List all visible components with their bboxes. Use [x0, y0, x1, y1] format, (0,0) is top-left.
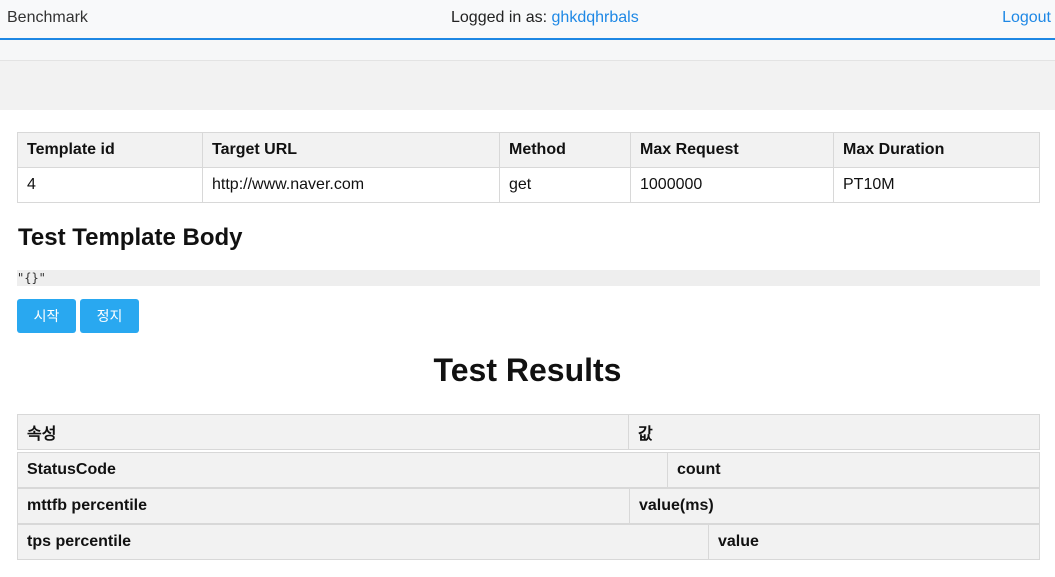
header-max-duration: Max Duration [833, 132, 1040, 168]
results-title: Test Results [433, 352, 622, 388]
sub-bar [0, 40, 1055, 61]
table-row: StatusCode count [17, 452, 1040, 488]
cell-max-request: 1000000 [630, 167, 834, 203]
header-template-id: Template id [17, 132, 203, 168]
template-table-header: Template id Target URL Method Max Reques… [17, 132, 1040, 168]
table-row: 속성 값 [17, 414, 1040, 450]
top-navbar: Benchmark Logged in as: ghkdqhrbals Logo… [0, 0, 1055, 40]
logout-link[interactable]: Logout [1002, 9, 1051, 27]
cell-template-id: 4 [17, 167, 203, 203]
mttfb-label: mttfb percentile [17, 488, 630, 524]
results-row-tps: tps percentile value [17, 524, 1040, 560]
start-button[interactable]: 시작 [17, 299, 76, 333]
results-row-statuscode: StatusCode count [17, 452, 1040, 488]
username-link[interactable]: ghkdqhrbals [552, 9, 639, 26]
cell-method: get [499, 167, 631, 203]
table-row: mttfb percentile value(ms) [17, 488, 1040, 524]
cell-max-duration: PT10M [833, 167, 1040, 203]
value-header: 값 [628, 414, 1040, 450]
table-row: 4 http://www.naver.com get 1000000 PT10M [17, 167, 1040, 203]
results-row-attribute: 속성 값 [17, 414, 1040, 450]
brand-label[interactable]: Benchmark [7, 9, 88, 27]
header-max-request: Max Request [630, 132, 834, 168]
template-body-content: "{}" [17, 270, 1040, 286]
logged-in-info: Logged in as: ghkdqhrbals [451, 9, 639, 27]
header-target-url: Target URL [202, 132, 500, 168]
value-label: value [708, 524, 1040, 560]
template-table: Template id Target URL Method Max Reques… [17, 132, 1040, 203]
header-method: Method [499, 132, 631, 168]
attribute-header: 속성 [17, 414, 629, 450]
count-label: count [667, 452, 1040, 488]
cell-target-url: http://www.naver.com [202, 167, 500, 203]
header-band [0, 61, 1055, 110]
table-row: tps percentile value [17, 524, 1040, 560]
value-ms-label: value(ms) [629, 488, 1040, 524]
template-body-title: Test Template Body [18, 224, 243, 251]
logged-in-label: Logged in as: [451, 9, 552, 26]
statuscode-label: StatusCode [17, 452, 668, 488]
stop-button[interactable]: 정지 [80, 299, 139, 333]
results-row-mttfb: mttfb percentile value(ms) [17, 488, 1040, 524]
tps-label: tps percentile [17, 524, 709, 560]
